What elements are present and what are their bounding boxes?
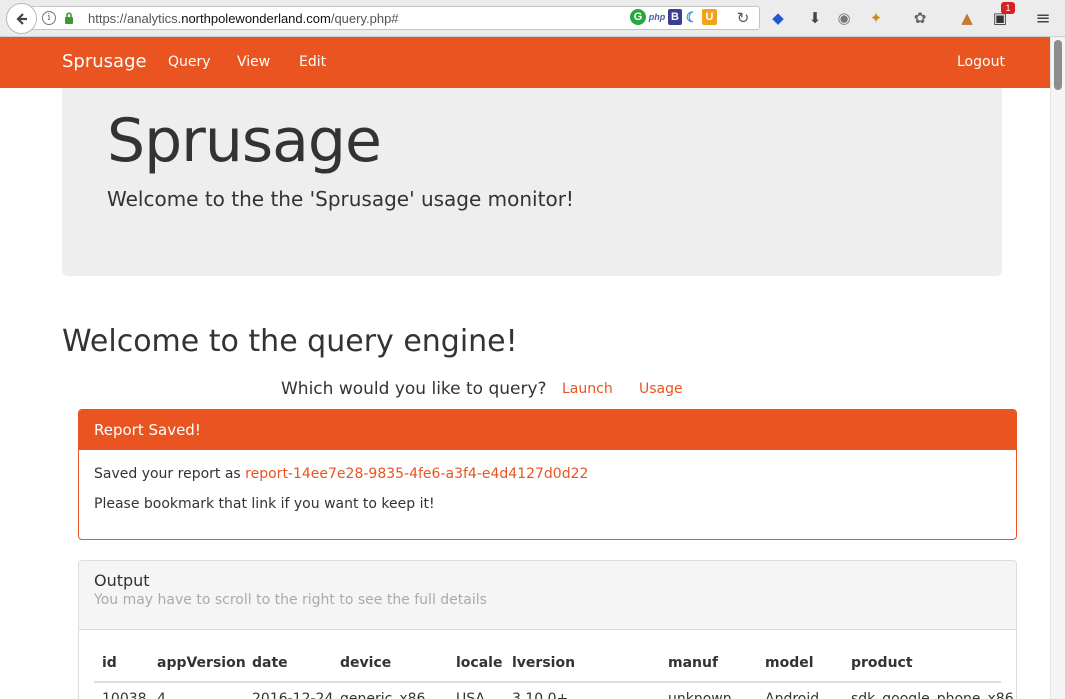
column-header[interactable]: product: [851, 655, 913, 671]
column-header[interactable]: date: [252, 655, 288, 671]
palette-icon[interactable]: ✿: [910, 8, 930, 28]
report-saved-heading: Report Saved!: [79, 410, 1016, 450]
query-usage-link[interactable]: Usage: [639, 381, 683, 397]
column-header[interactable]: locale: [456, 655, 502, 671]
saved-report-text: Saved your report as report-14ee7e28-983…: [94, 466, 588, 482]
reload-icon[interactable]: ↻: [733, 8, 753, 28]
output-title: Output: [94, 571, 150, 590]
pocket-icon[interactable]: ◆: [768, 8, 788, 28]
menu-icon[interactable]: ≡: [1033, 8, 1053, 29]
game-extension-icon[interactable]: ▲: [957, 8, 977, 28]
table-cell: 4: [157, 691, 166, 699]
nav-query[interactable]: Query: [168, 54, 211, 70]
table-header-divider: [94, 681, 1001, 683]
back-arrow-icon: [15, 12, 27, 25]
table-cell: sdk_google_phone_x86: [851, 691, 1014, 699]
globe-icon[interactable]: ◉: [834, 8, 854, 28]
table-cell: 2016-12-24: [252, 691, 334, 699]
logout-link[interactable]: Logout: [957, 54, 1005, 70]
output-panel: Output You may have to scroll to the rig…: [78, 560, 1017, 699]
lock-icon: [65, 12, 73, 24]
table-cell: USA: [456, 691, 485, 699]
page-title: Welcome to the query engine!: [62, 324, 518, 359]
nav-view[interactable]: View: [237, 54, 270, 70]
jumbotron-subtitle: Welcome to the the 'Sprusage' usage moni…: [107, 187, 574, 211]
bookmark-note: Please bookmark that link if you want to…: [94, 496, 435, 512]
table-cell: 3.10.0+: [512, 691, 569, 699]
saved-report-prefix: Saved your report as: [94, 466, 246, 482]
nav-edit[interactable]: Edit: [299, 54, 326, 70]
grammarly-icon[interactable]: G: [630, 9, 646, 25]
ublock-icon[interactable]: U: [702, 9, 717, 25]
query-launch-link[interactable]: Launch: [562, 381, 613, 397]
table-cell: 10038: [102, 691, 147, 699]
page-scrollbar[interactable]: [1050, 37, 1065, 699]
column-header[interactable]: appVersion: [157, 655, 246, 671]
notification-badge: 1: [1001, 2, 1015, 14]
info-icon[interactable]: i: [42, 11, 56, 25]
column-header[interactable]: lversion: [512, 655, 575, 671]
brand-link[interactable]: Sprusage: [62, 51, 147, 72]
moon-icon[interactable]: ☾: [684, 9, 700, 25]
query-prompt: Which would you like to query?: [281, 379, 547, 399]
output-hint: You may have to scroll to the right to s…: [94, 592, 487, 608]
report-link[interactable]: report-14ee7e28-9835-4fe6-a3f4-e4d4127d0…: [245, 466, 588, 482]
output-heading: Output You may have to scroll to the rig…: [79, 561, 1016, 630]
back-button[interactable]: [6, 3, 37, 34]
url-text: https://analytics.northpolewonderland.co…: [88, 11, 399, 26]
table-cell: unknown: [668, 691, 732, 699]
column-header[interactable]: id: [102, 655, 117, 671]
table-cell: generic_x86: [340, 691, 426, 699]
php-icon[interactable]: php: [648, 9, 666, 25]
bold-b-icon[interactable]: B: [668, 9, 682, 25]
table-cell: Android: [765, 691, 820, 699]
column-header[interactable]: device: [340, 655, 391, 671]
jumbotron-title: Sprusage: [107, 106, 382, 176]
scrollbar-thumb[interactable]: [1054, 40, 1062, 90]
column-header[interactable]: manuf: [668, 655, 718, 671]
fox-extension-icon[interactable]: ✦: [866, 8, 886, 28]
column-header[interactable]: model: [765, 655, 814, 671]
browser-toolbar: i https://analytics.northpolewonderland.…: [0, 0, 1065, 37]
jumbotron: Sprusage Welcome to the the 'Sprusage' u…: [62, 88, 1002, 276]
download-icon[interactable]: ⬇: [805, 8, 825, 28]
report-saved-panel: Report Saved! Saved your report as repor…: [78, 409, 1017, 540]
app-navbar: Sprusage Query View Edit Logout: [0, 37, 1050, 88]
